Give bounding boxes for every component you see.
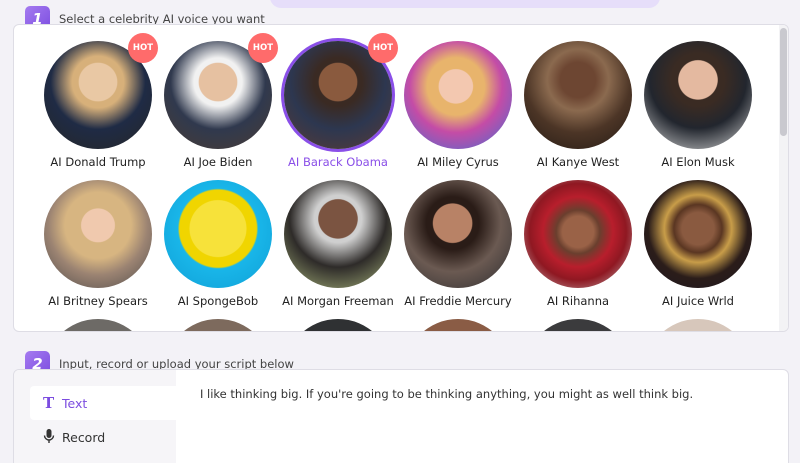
tab-text-label: Text (62, 395, 88, 411)
voice-name: AI Rihanna (546, 294, 610, 308)
voice-card-partial[interactable] (398, 319, 518, 331)
voice-list-scrollbar[interactable] (779, 25, 788, 331)
voice-name: AI Britney Spears (48, 294, 148, 308)
voice-card-miley-cyrus[interactable]: AI Miley Cyrus (398, 41, 518, 169)
voice-name: AI Donald Trump (50, 155, 146, 169)
voice-name: AI Kanye West (536, 155, 620, 169)
avatar: HOT (44, 33, 158, 149)
avatar (284, 319, 392, 331)
avatar (44, 180, 152, 288)
voice-card-donald-trump[interactable]: HOT AI Donald Trump (38, 33, 158, 169)
voice-name: AI Barack Obama (288, 155, 388, 169)
voice-card-barack-obama[interactable]: HOT AI Barack Obama (278, 33, 398, 169)
voice-card-kanye-west[interactable]: AI Kanye West (518, 41, 638, 169)
voice-card-juice-wrld[interactable]: AI Juice Wrld (638, 180, 758, 308)
tab-record[interactable]: Record (30, 420, 176, 454)
voice-name: AI Elon Musk (661, 155, 735, 169)
hot-badge: HOT (248, 33, 278, 63)
microphone-icon (43, 428, 55, 448)
text-T-icon: T (43, 394, 55, 412)
avatar (644, 180, 752, 288)
voice-card-partial[interactable] (638, 319, 758, 331)
voice-card-britney-spears[interactable]: AI Britney Spears (38, 180, 158, 308)
avatar (404, 180, 512, 288)
avatar (524, 180, 632, 288)
avatar (164, 180, 272, 288)
voice-name: AI Joe Biden (183, 155, 253, 169)
voice-name: AI Freddie Mercury (404, 294, 512, 308)
tab-text[interactable]: T Text (30, 386, 176, 420)
voice-name: AI Miley Cyrus (417, 155, 499, 169)
voice-card-partial[interactable] (518, 319, 638, 331)
voice-name: AI SpongeBob (177, 294, 259, 308)
voice-card-partial[interactable] (38, 319, 158, 331)
avatar (644, 319, 752, 331)
avatar: HOT (284, 33, 398, 149)
voice-card-joe-biden[interactable]: HOT AI Joe Biden (158, 33, 278, 169)
avatar (644, 41, 752, 149)
avatar (284, 180, 392, 288)
input-mode-tabs: T Text Record (14, 370, 176, 463)
avatar (44, 319, 152, 331)
tab-record-label: Record (62, 429, 106, 445)
voice-card-morgan-freeman[interactable]: AI Morgan Freeman (278, 180, 398, 308)
voice-card-partial[interactable] (158, 319, 278, 331)
hot-badge: HOT (368, 33, 398, 63)
script-text-input[interactable]: I like thinking big. If you're going to … (200, 387, 693, 401)
voice-card-partial[interactable] (278, 319, 398, 331)
voice-name: AI Juice Wrld (662, 294, 734, 308)
avatar (164, 319, 272, 331)
avatar (524, 41, 632, 149)
voice-selection-panel: HOT AI Donald Trump HOT AI Joe Biden HOT… (13, 24, 789, 332)
voice-card-spongebob[interactable]: AI SpongeBob (158, 180, 278, 308)
script-input-panel: T Text Record I like thinking big. If yo… (13, 369, 789, 463)
avatar: HOT (164, 33, 278, 149)
avatar (524, 319, 632, 331)
voice-card-freddie-mercury[interactable]: AI Freddie Mercury (398, 180, 518, 308)
avatar (404, 319, 512, 331)
voice-card-rihanna[interactable]: AI Rihanna (518, 180, 638, 308)
avatar (404, 41, 512, 149)
scrollbar-thumb[interactable] (780, 28, 787, 136)
voice-name: AI Morgan Freeman (282, 294, 394, 308)
voice-card-elon-musk[interactable]: AI Elon Musk (638, 41, 758, 169)
hot-badge: HOT (128, 33, 158, 63)
top-decoration (270, 0, 660, 8)
